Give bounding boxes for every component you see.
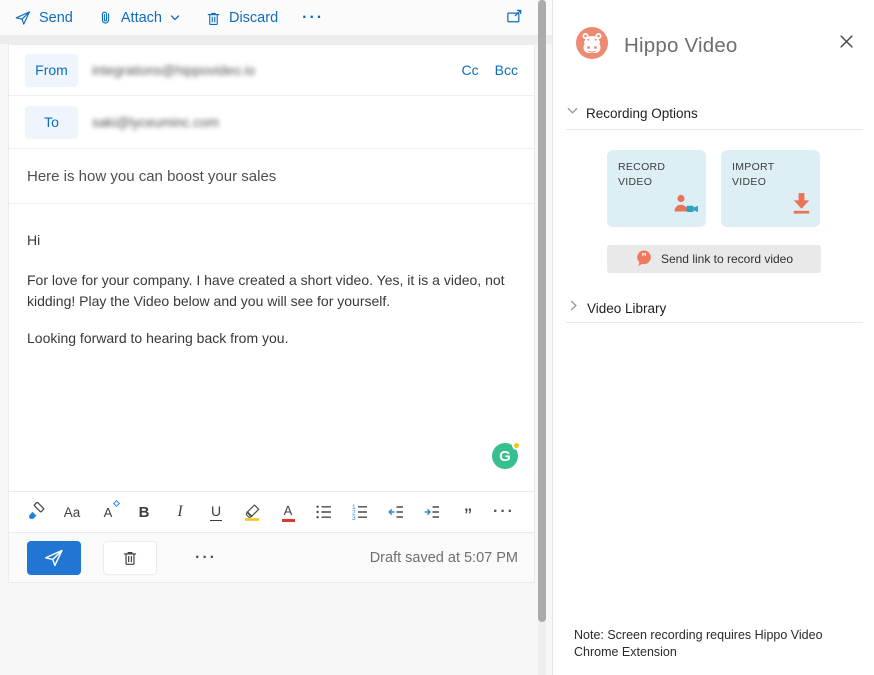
bold-icon[interactable]: B: [131, 498, 157, 526]
to-address[interactable]: saki@lyceuminc.com: [92, 115, 219, 130]
font-name-icon[interactable]: Aa: [59, 498, 85, 526]
chevron-down-icon: [169, 12, 181, 24]
compose-region: Send Attach Discard ···: [0, 0, 552, 675]
import-video-icon: [790, 190, 813, 220]
scrollbar-thumb[interactable]: [538, 0, 546, 622]
font-color-icon[interactable]: A: [275, 498, 301, 526]
send-link-label: Send link to record video: [661, 252, 793, 266]
discard-label: Discard: [229, 10, 278, 26]
compose-toolbar: Send Attach Discard ···: [0, 0, 552, 35]
numbered-list-icon[interactable]: 123: [347, 498, 373, 526]
record-video-icon: [672, 192, 699, 220]
to-row: To saki@lyceuminc.com: [9, 96, 534, 149]
discard-draft-button[interactable]: [103, 541, 157, 575]
record-video-card[interactable]: RECORD VIDEO: [607, 150, 706, 227]
formatting-toolbar: Aa A B I U A 123: [9, 491, 534, 532]
svg-text:3: 3: [352, 515, 356, 522]
increase-indent-icon[interactable]: [419, 498, 445, 526]
open-in-new-window-button[interactable]: [505, 7, 524, 31]
to-button[interactable]: To: [25, 106, 78, 139]
chevron-down-icon: [566, 104, 579, 122]
import-video-card[interactable]: IMPORT VIDEO: [721, 150, 820, 227]
panel-header: Hippo Video: [576, 27, 738, 64]
compose-footer: ··· Draft saved at 5:07 PM: [9, 532, 534, 582]
section-divider: [566, 322, 863, 323]
body-greeting: Hi: [27, 230, 516, 251]
from-address[interactable]: integrations@hippovideo.io: [92, 63, 255, 78]
body-closing: Looking forward to hearing back from you…: [27, 328, 516, 349]
more-horizontal-icon: ···: [302, 9, 324, 27]
paperclip-icon: [97, 9, 114, 27]
chevron-right-icon: [567, 299, 580, 317]
send-menu-button[interactable]: Send: [14, 9, 73, 27]
grammarly-status-dot: [512, 441, 521, 450]
panel-title: Hippo Video: [624, 34, 738, 58]
recording-options-section-toggle[interactable]: Recording Options: [566, 104, 698, 122]
close-panel-button[interactable]: [839, 34, 854, 54]
send-plane-icon: [14, 9, 32, 27]
send-link-to-record-button[interactable]: ” Send link to record video: [607, 245, 821, 273]
blockquote-icon[interactable]: ”: [455, 498, 481, 526]
formatting-more-icon[interactable]: ···: [491, 498, 517, 526]
toolbar-divider: [0, 35, 552, 44]
extension-note: Note: Screen recording requires Hippo Vi…: [574, 627, 823, 661]
italic-icon[interactable]: I: [167, 498, 193, 526]
from-button[interactable]: From: [25, 54, 78, 87]
video-library-section-toggle[interactable]: Video Library: [567, 299, 666, 317]
font-size-icon[interactable]: A: [95, 498, 121, 526]
bullet-list-icon[interactable]: [311, 498, 337, 526]
section-divider: [566, 129, 863, 130]
record-video-label: RECORD VIDEO: [618, 160, 706, 190]
grammarly-icon: G: [499, 446, 511, 467]
recording-options-cards: RECORD VIDEO IMPORT VIDEO: [607, 150, 820, 227]
underline-icon[interactable]: U: [203, 498, 229, 526]
cc-link[interactable]: Cc: [462, 62, 479, 78]
recording-options-label: Recording Options: [586, 106, 698, 121]
hippo-video-logo-icon: [576, 27, 608, 64]
import-video-label: IMPORT VIDEO: [732, 160, 820, 190]
vertical-scrollbar[interactable]: [538, 0, 546, 675]
decrease-indent-icon[interactable]: [383, 498, 409, 526]
send-label: Send: [39, 10, 73, 26]
draft-saved-status: Draft saved at 5:07 PM: [370, 550, 522, 566]
speech-bubble-icon: ”: [635, 249, 653, 270]
outlook-compose-with-hippo-video: Send Attach Discard ···: [0, 0, 874, 675]
message-body[interactable]: Hi For love for your company. I have cre…: [9, 204, 534, 491]
toolbar-more-button[interactable]: ···: [302, 9, 324, 27]
grammarly-button[interactable]: G: [492, 443, 518, 469]
footer-more-button[interactable]: ···: [195, 549, 217, 567]
subject-field[interactable]: Here is how you can boost your sales: [9, 149, 534, 204]
video-library-label: Video Library: [587, 301, 666, 316]
attach-label: Attach: [121, 10, 162, 26]
bcc-link[interactable]: Bcc: [495, 62, 518, 78]
body-paragraph: For love for your company. I have create…: [27, 270, 516, 312]
from-row: From integrations@hippovideo.io Cc Bcc: [9, 45, 534, 96]
trash-icon: [205, 9, 222, 27]
compose-card: From integrations@hippovideo.io Cc Bcc T…: [8, 44, 535, 583]
svg-text:”: ”: [641, 251, 647, 263]
send-button[interactable]: [27, 541, 81, 575]
format-painter-icon[interactable]: [23, 498, 49, 526]
discard-button[interactable]: Discard: [205, 9, 278, 27]
attach-button[interactable]: Attach: [97, 9, 181, 27]
hippo-video-panel: Hippo Video Recording Options RECORD VID…: [552, 0, 874, 675]
highlight-icon[interactable]: [239, 498, 265, 526]
